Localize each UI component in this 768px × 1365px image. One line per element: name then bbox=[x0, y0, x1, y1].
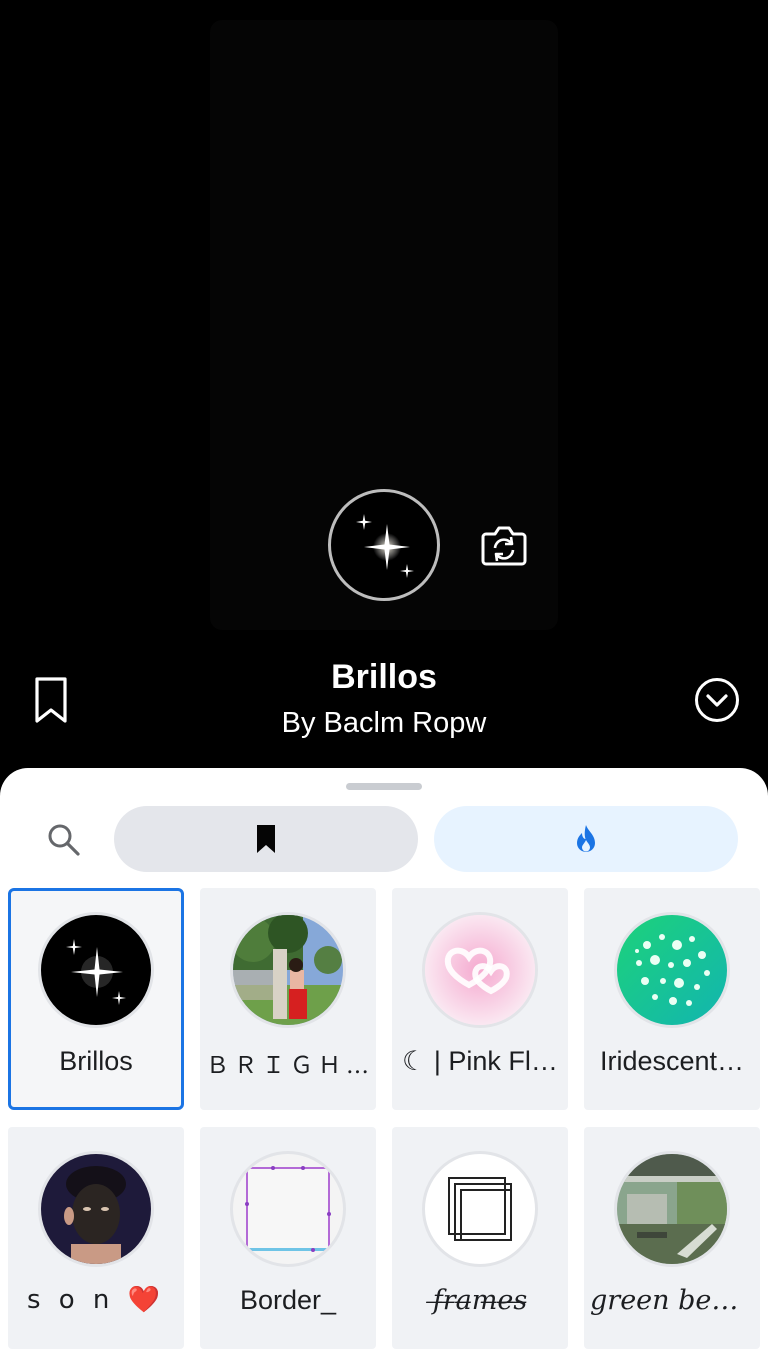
effect-thumbnail bbox=[422, 912, 538, 1028]
effect-label: ☾ | Pink Fl… bbox=[402, 1046, 558, 1076]
capture-button[interactable] bbox=[328, 489, 440, 601]
effect-tile-bright[interactable]: ＢＲＩＧＨＴ… bbox=[200, 888, 376, 1110]
effect-thumbnail bbox=[38, 912, 154, 1028]
effect-label: s o n ❤️ bbox=[26, 1285, 166, 1315]
chevron-down-circle-icon bbox=[695, 678, 739, 722]
effect-label: Border_ bbox=[239, 1285, 337, 1315]
effect-thumbnail bbox=[614, 1151, 730, 1267]
effect-label: Brillos bbox=[59, 1046, 133, 1076]
effect-tile-green-beq[interactable]: green beq… bbox=[584, 1127, 760, 1349]
effect-label: f̶r̶a̶m̶e̶s̶ bbox=[432, 1285, 528, 1316]
camera-preview: Brillos By Baclm Ropw bbox=[0, 0, 768, 790]
effect-title: Brillos bbox=[331, 658, 437, 696]
effect-tile-border[interactable]: Border_ bbox=[200, 1127, 376, 1349]
effect-tile-iridescent[interactable]: Iridescent… bbox=[584, 888, 760, 1110]
effect-label: green beq… bbox=[590, 1285, 754, 1316]
effect-thumbnail bbox=[38, 1151, 154, 1267]
frame-icon bbox=[243, 1166, 333, 1252]
effect-tile-brillos[interactable]: Brillos bbox=[8, 888, 184, 1110]
bookmark-filled-icon bbox=[257, 825, 275, 853]
effect-author: By Baclm Ropw bbox=[281, 707, 487, 739]
effect-label: Iridescent… bbox=[599, 1046, 745, 1076]
photo-image bbox=[233, 915, 343, 1025]
flame-icon bbox=[577, 825, 595, 852]
effect-tile-son[interactable]: s o n ❤️ bbox=[8, 1127, 184, 1349]
tab-trending[interactable] bbox=[434, 806, 738, 872]
drag-handle[interactable] bbox=[346, 783, 422, 790]
flip-camera-icon bbox=[481, 526, 527, 566]
photo-image bbox=[41, 1154, 151, 1264]
effect-thumbnail bbox=[422, 1151, 538, 1267]
hearts-icon bbox=[425, 915, 535, 1025]
effect-tile-frames[interactable]: f̶r̶a̶m̶e̶s̶ bbox=[392, 1127, 568, 1349]
tab-saved[interactable] bbox=[114, 806, 418, 872]
sparkle-icon bbox=[66, 939, 126, 1005]
effect-thumbnail bbox=[230, 912, 346, 1028]
stacked-squares-icon bbox=[448, 1177, 512, 1241]
effects-sheet: Brillos ＢＲＩＧＨＴ… bbox=[0, 768, 768, 1365]
flip-camera-button[interactable] bbox=[480, 524, 528, 568]
effect-thumbnail bbox=[230, 1151, 346, 1267]
effect-tile-pink-flow[interactable]: ☾ | Pink Fl… bbox=[392, 888, 568, 1110]
sparkle-icon bbox=[356, 514, 414, 578]
collapse-button[interactable] bbox=[694, 677, 740, 723]
effect-label: ＢＲＩＧＨＴ… bbox=[206, 1053, 370, 1079]
search-button[interactable] bbox=[44, 820, 84, 860]
photo-image bbox=[617, 1154, 727, 1264]
bubbles-icon bbox=[617, 915, 727, 1025]
effect-thumbnail bbox=[614, 912, 730, 1028]
search-icon bbox=[48, 824, 80, 856]
